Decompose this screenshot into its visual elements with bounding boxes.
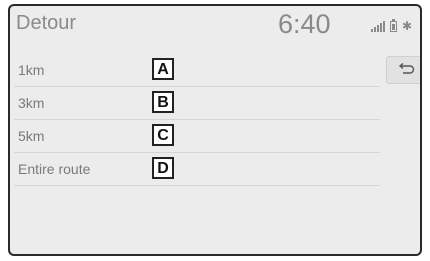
option-label: 3km — [18, 95, 45, 111]
back-button[interactable] — [386, 56, 420, 84]
detour-options-list: 1km A 3km B 5km C Entire route D — [10, 54, 380, 186]
bluetooth-icon: ✱ — [401, 19, 412, 33]
detour-option-5km[interactable]: 5km C — [14, 120, 380, 153]
detour-option-3km[interactable]: 3km B — [14, 87, 380, 120]
signal-icon — [370, 20, 385, 32]
detour-option-1km[interactable]: 1km A — [14, 54, 380, 87]
back-arrow-icon — [398, 63, 415, 74]
callout-marker: B — [152, 91, 174, 113]
option-label: 5km — [18, 128, 45, 144]
battery-icon — [389, 19, 397, 32]
status-icons: ✱ — [370, 16, 412, 33]
callout-marker: A — [152, 58, 174, 80]
navigation-screen: Detour 6:40 ✱ 1km A 3km B 5km C Entire r… — [8, 4, 422, 256]
page-title: Detour — [16, 12, 77, 34]
callout-marker: C — [152, 124, 174, 146]
detour-option-entire-route[interactable]: Entire route D — [14, 153, 380, 186]
option-label: Entire route — [18, 161, 91, 177]
option-label: 1km — [18, 62, 45, 78]
header-bar: Detour 6:40 ✱ — [10, 6, 420, 44]
callout-marker: D — [152, 157, 174, 179]
clock: 6:40 — [278, 9, 331, 39]
